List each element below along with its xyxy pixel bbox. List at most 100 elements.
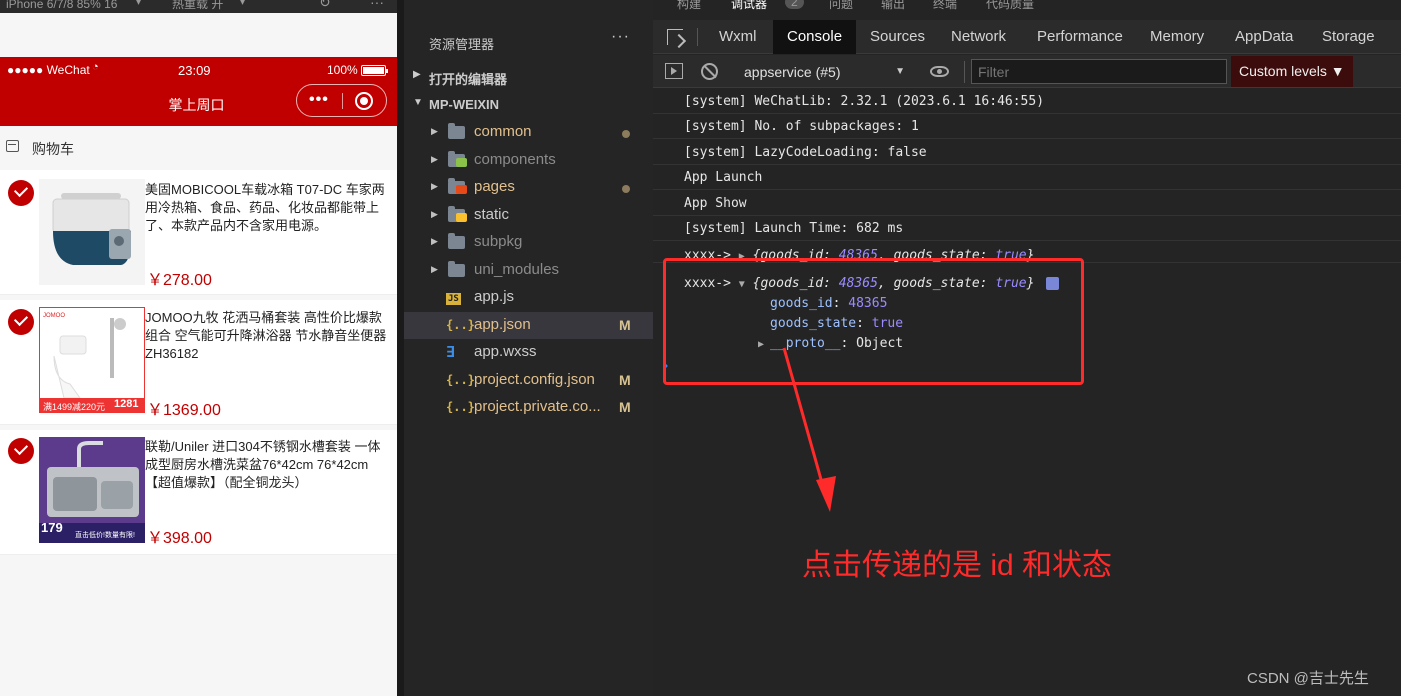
promo-price: 179 bbox=[41, 520, 63, 535]
folder-item[interactable]: ▶ common bbox=[404, 119, 653, 146]
entry-name: subpkg bbox=[474, 233, 523, 250]
entry-name: static bbox=[474, 206, 510, 223]
mini-program-capsule: ••• bbox=[296, 84, 387, 117]
file-item[interactable]: {..} project.private.co... M bbox=[404, 394, 653, 421]
project-section[interactable]: ▼ MP-WEIXIN bbox=[404, 92, 653, 118]
item-checkbox[interactable] bbox=[8, 309, 34, 335]
tab-problems[interactable]: 问题 bbox=[829, 0, 853, 12]
tab-debugger[interactable]: 调试器 bbox=[731, 0, 767, 12]
folder-item[interactable]: ▶ static bbox=[404, 202, 653, 229]
hot-reload-toggle[interactable]: 热重载 开 bbox=[172, 0, 223, 10]
open-editors-section[interactable]: ▶ 打开的编辑器 bbox=[404, 64, 653, 90]
log-line: App Show bbox=[653, 191, 1401, 216]
json-file-icon: {..} bbox=[446, 400, 475, 414]
refresh-icon[interactable]: ↻ bbox=[319, 0, 331, 9]
product-image-toilet[interactable]: JOMOO 满1499减220元 1281 bbox=[39, 307, 145, 413]
explorer-panel: 资源管理器 ··· ▶ 打开的编辑器 ▼ MP-WEIXIN ▶ common ▶ c… bbox=[404, 0, 653, 696]
tab-console[interactable]: Console bbox=[773, 20, 857, 54]
file-item[interactable]: JS app.js bbox=[404, 284, 653, 311]
tab-appdata[interactable]: AppData bbox=[1221, 20, 1307, 54]
log-levels-dropdown[interactable]: Custom levels ▼ bbox=[1231, 56, 1353, 87]
item-checkbox[interactable] bbox=[8, 180, 34, 206]
panel-divider[interactable] bbox=[397, 0, 404, 696]
modified-dot-icon bbox=[622, 185, 630, 193]
folder-icon bbox=[448, 233, 465, 249]
chevron-right-icon: ▶ bbox=[431, 126, 438, 136]
log-line: [system] WeChatLib: 2.32.1 (2023.6.1 16:… bbox=[653, 89, 1401, 114]
log-line: App Launch bbox=[653, 165, 1401, 190]
simulator-toolbar: iPhone 6/7/8 85% 16 ▾ 热重载 开 ▾ ↻ ··· bbox=[0, 0, 397, 13]
folder-item[interactable]: ▶ uni_modules bbox=[404, 257, 653, 284]
context-select[interactable]: appservice (#5) ▼ bbox=[735, 62, 911, 82]
tab-terminal[interactable]: 终端 bbox=[933, 0, 957, 12]
clear-console-icon[interactable] bbox=[701, 63, 718, 80]
chevron-down-icon: ▼ bbox=[413, 97, 423, 108]
entry-name: pages bbox=[474, 178, 515, 195]
modified-badge: M bbox=[619, 399, 631, 415]
file-item[interactable]: {..} app.json M bbox=[404, 312, 653, 339]
cart-header: 购物车 bbox=[0, 134, 397, 162]
tab-memory[interactable]: Memory bbox=[1136, 20, 1218, 54]
entry-name: uni_modules bbox=[474, 261, 560, 278]
folder-icon bbox=[448, 261, 465, 277]
explorer-more-button[interactable]: ··· bbox=[611, 28, 630, 46]
folder-badge-icon bbox=[456, 158, 467, 167]
sidebar-toggle-icon[interactable] bbox=[665, 63, 683, 79]
product-price: ￥278.00 bbox=[147, 272, 212, 289]
chevron-right-icon: ▶ bbox=[431, 264, 438, 274]
capsule-divider bbox=[342, 93, 343, 109]
filter-input[interactable] bbox=[971, 59, 1227, 84]
modified-badge: M bbox=[619, 372, 631, 388]
folder-item[interactable]: ▶ components bbox=[404, 147, 653, 174]
product-name[interactable]: JOMOO九牧 花洒马桶套装 高性价比爆款组合 空气能可升降淋浴器 节水静音坐便… bbox=[145, 309, 393, 363]
inspect-element-icon[interactable] bbox=[667, 29, 683, 45]
tab-wxml[interactable]: Wxml bbox=[705, 20, 771, 54]
item-checkbox[interactable] bbox=[8, 438, 34, 464]
file-item[interactable]: ∃ app.wxss bbox=[404, 339, 653, 366]
toolbar-divider bbox=[964, 61, 965, 83]
log-line: [system] LazyCodeLoading: false bbox=[653, 140, 1401, 165]
tab-network[interactable]: Network bbox=[937, 20, 1020, 54]
tab-divider bbox=[697, 28, 698, 46]
explorer-title: 资源管理器 bbox=[429, 37, 495, 52]
file-item[interactable]: {..} project.config.json M bbox=[404, 367, 653, 394]
product-image-cooler[interactable] bbox=[39, 179, 145, 285]
wifi-icon: ◔ bbox=[92, 61, 99, 73]
product-image-sink[interactable]: 179 直击低价!数量有限! bbox=[39, 437, 145, 543]
modified-dot-icon bbox=[622, 130, 630, 138]
entry-name: app.json bbox=[474, 316, 531, 333]
eye-icon[interactable] bbox=[930, 66, 949, 77]
product-name[interactable]: 联勒/Uniler 进口304不锈钢水槽套装 一体成型厨房水槽洗菜盆76*42c… bbox=[145, 438, 393, 492]
tab-code-quality[interactable]: 代码质量 bbox=[986, 0, 1034, 12]
tab-sources[interactable]: Sources bbox=[856, 20, 939, 54]
capsule-more-button[interactable]: ••• bbox=[309, 91, 329, 109]
json-file-icon: {..} bbox=[446, 318, 475, 332]
entry-name: common bbox=[474, 123, 532, 140]
tab-build[interactable]: 构建 bbox=[677, 0, 701, 12]
chevron-down-icon: ▼ bbox=[895, 66, 905, 77]
entry-name: project.config.json bbox=[474, 371, 595, 388]
promo-price: 1281 bbox=[114, 398, 139, 410]
capsule-close-button[interactable] bbox=[355, 92, 373, 110]
folder-icon bbox=[448, 123, 465, 139]
tab-output[interactable]: 输出 bbox=[881, 0, 905, 12]
folder-item[interactable]: ▶ subpkg bbox=[404, 229, 653, 256]
entry-name: app.wxss bbox=[474, 343, 537, 360]
chevron-down-icon: ▾ bbox=[240, 0, 246, 8]
log-line: [system] No. of subpackages: 1 bbox=[653, 114, 1401, 139]
tab-storage[interactable]: Storage bbox=[1308, 20, 1389, 54]
chevron-down-icon: ▾ bbox=[136, 0, 142, 8]
section-label: 打开的编辑器 bbox=[429, 72, 508, 87]
product-name[interactable]: 美固MOBICOOL车载冰箱 T07-DC 车家两用冷热箱、食品、药品、化妆品都… bbox=[145, 181, 393, 235]
folder-item[interactable]: ▶ pages bbox=[404, 174, 653, 201]
entry-name: app.js bbox=[474, 288, 515, 305]
cart-item: 美固MOBICOOL车载冰箱 T07-DC 车家两用冷热箱、食品、药品、化妆品都… bbox=[0, 170, 397, 295]
more-icon[interactable]: ··· bbox=[370, 0, 384, 9]
chevron-right-icon: ▶ bbox=[431, 181, 438, 191]
tab-performance[interactable]: Performance bbox=[1023, 20, 1137, 54]
folder-badge-icon bbox=[456, 213, 467, 222]
promo-label: 满1499减220元 bbox=[43, 402, 106, 412]
device-select[interactable]: iPhone 6/7/8 85% 16 bbox=[6, 0, 117, 10]
chevron-right-icon: ▶ bbox=[431, 154, 438, 164]
product-price: ￥398.00 bbox=[147, 530, 212, 547]
